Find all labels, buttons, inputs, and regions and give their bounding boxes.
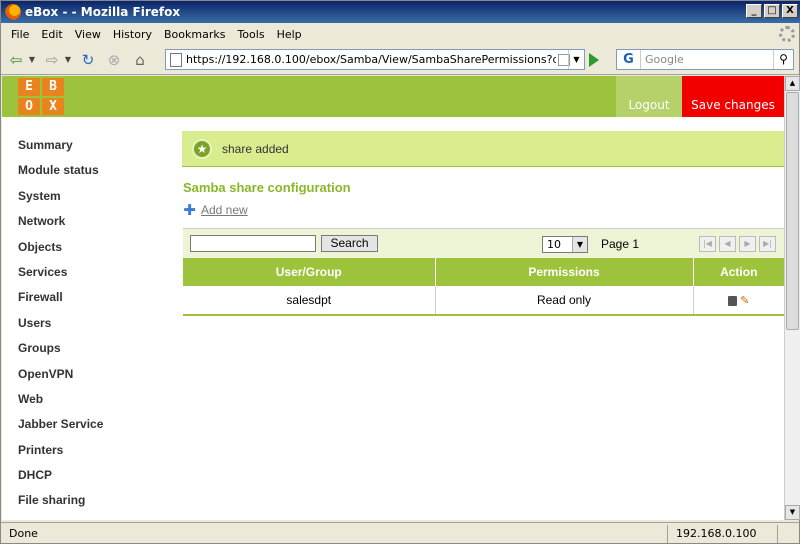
logo-letter: E <box>18 78 40 96</box>
stop-icon[interactable]: ⊗ <box>103 49 125 71</box>
last-page-icon[interactable]: ▶| <box>759 236 776 252</box>
column-header-permissions: Permissions <box>435 258 694 286</box>
logo-letter: O <box>18 97 40 115</box>
url-text[interactable]: https://192.168.0.100/ebox/Samba/View/Sa… <box>186 53 556 66</box>
scroll-down-icon[interactable]: ▼ <box>785 505 800 520</box>
close-button[interactable]: X <box>782 4 798 18</box>
search-button[interactable]: Search <box>321 235 378 252</box>
plus-icon[interactable]: ✚ <box>183 202 196 217</box>
prev-page-icon[interactable]: ◀ <box>719 236 736 252</box>
sidebar-item-openvpn[interactable]: OpenVPN <box>18 367 168 392</box>
forward-icon[interactable]: ⇨ <box>41 49 63 71</box>
sidebar-item-file-sharing[interactable]: File sharing <box>18 493 168 518</box>
menu-bar: File Edit View History Bookmarks Tools H… <box>1 23 800 45</box>
search-bar[interactable]: G Google ⚲ <box>616 49 794 70</box>
throbber-icon <box>779 26 795 42</box>
chevron-down-icon[interactable]: ▼ <box>572 237 587 252</box>
back-icon[interactable]: ⇦ <box>5 49 27 71</box>
permissions-table: User/Group Permissions Action salesdpt R… <box>183 258 784 316</box>
back-dropdown-icon[interactable]: ▼ <box>27 49 37 71</box>
status-bar: Done 192.168.0.100 <box>1 522 800 544</box>
sidebar-item-objects[interactable]: Objects <box>18 240 168 265</box>
menu-help[interactable]: Help <box>277 28 302 41</box>
menu-view[interactable]: View <box>75 28 101 41</box>
page-size-select[interactable]: 10 ▼ <box>542 236 588 253</box>
table-search-input[interactable] <box>190 235 316 252</box>
vertical-scrollbar[interactable]: ▲ ▼ <box>784 76 800 520</box>
maximize-button[interactable]: □ <box>764 4 780 18</box>
ebox-logo: E B O X <box>18 78 64 115</box>
logout-button[interactable]: Logout <box>616 76 682 117</box>
page-size-value: 10 <box>547 238 561 251</box>
menu-edit[interactable]: Edit <box>41 28 62 41</box>
home-icon[interactable]: ⌂ <box>129 49 151 71</box>
page-content: E B O X Logout Save changes Summary Modu… <box>2 76 784 520</box>
logo-letter: X <box>42 97 64 115</box>
save-changes-button[interactable]: Save changes <box>682 76 784 117</box>
sidebar-item-summary[interactable]: Summary <box>18 138 168 163</box>
forward-dropdown-icon[interactable]: ▼ <box>63 49 73 71</box>
sidebar-item-groups[interactable]: Groups <box>18 341 168 366</box>
sidebar-item-jabber[interactable]: Jabber Service <box>18 417 168 442</box>
ebox-header: E B O X Logout Save changes <box>2 76 784 117</box>
column-header-user-group: User/Group <box>183 258 436 286</box>
sidebar-item-printers[interactable]: Printers <box>18 443 168 468</box>
sidebar-item-users[interactable]: Users <box>18 316 168 341</box>
message-text: share added <box>222 141 289 156</box>
delete-icon[interactable] <box>728 295 738 306</box>
next-page-icon[interactable]: ▶ <box>739 236 756 252</box>
cell-user-group: salesdpt <box>183 286 436 316</box>
search-input[interactable]: Google <box>641 53 773 66</box>
menu-tools[interactable]: Tools <box>237 28 264 41</box>
add-new-link[interactable]: ✚ Add new <box>183 202 248 217</box>
scroll-up-icon[interactable]: ▲ <box>785 76 800 91</box>
url-bar[interactable]: https://192.168.0.100/ebox/Samba/View/Sa… <box>165 49 585 70</box>
sidebar-menu: Summary Module status System Network Obj… <box>18 138 168 519</box>
table-row: salesdpt Read only ✎ <box>183 286 784 316</box>
window-title: eBox - - Mozilla Firefox <box>25 5 181 19</box>
page-icon <box>170 52 182 67</box>
status-host: 192.168.0.100 <box>667 524 777 543</box>
success-message: ★ share added <box>182 131 784 167</box>
table-toolbar: Search 10 ▼ Page 1 |◀ ◀ ▶ ▶| <box>183 228 784 258</box>
security-icon[interactable] <box>777 524 800 543</box>
section-title: Samba share configuration <box>183 180 351 195</box>
url-dropdown-icon[interactable]: ▼ <box>568 50 584 69</box>
logo-letter: B <box>42 78 64 96</box>
search-icon[interactable]: ⚲ <box>773 50 793 69</box>
sidebar-item-services[interactable]: Services <box>18 265 168 290</box>
browser-window: eBox - - Mozilla Firefox _ □ X File Edit… <box>0 0 800 544</box>
status-text: Done <box>9 527 38 540</box>
sidebar-item-module-status[interactable]: Module status <box>18 163 168 188</box>
sidebar-item-dhcp[interactable]: DHCP <box>18 468 168 493</box>
success-icon: ★ <box>192 138 212 159</box>
navigation-toolbar: ⇦ ▼ ⇨ ▼ ↻ ⊗ ⌂ https://192.168.0.100/ebox… <box>1 45 800 75</box>
minimize-button[interactable]: _ <box>746 4 762 18</box>
cell-action: ✎ <box>693 286 784 316</box>
sidebar-item-network[interactable]: Network <box>18 214 168 239</box>
scrollbar-thumb[interactable] <box>786 92 799 330</box>
sidebar-item-firewall[interactable]: Firewall <box>18 290 168 315</box>
first-page-icon[interactable]: |◀ <box>699 236 716 252</box>
cell-permissions: Read only <box>435 286 694 316</box>
go-icon[interactable] <box>589 53 599 67</box>
google-icon[interactable]: G <box>617 50 641 69</box>
reload-icon[interactable]: ↻ <box>77 49 99 71</box>
column-header-action: Action <box>693 258 784 286</box>
menu-bookmarks[interactable]: Bookmarks <box>164 28 225 41</box>
firefox-icon <box>5 4 21 20</box>
menu-history[interactable]: History <box>113 28 152 41</box>
pagination: |◀ ◀ ▶ ▶| <box>699 236 776 252</box>
menu-file[interactable]: File <box>11 28 29 41</box>
page-label: Page 1 <box>601 237 640 251</box>
title-bar: eBox - - Mozilla Firefox _ □ X <box>1 1 800 23</box>
add-new-label[interactable]: Add new <box>201 203 248 217</box>
sidebar-item-system[interactable]: System <box>18 189 168 214</box>
sidebar-item-web[interactable]: Web <box>18 392 168 417</box>
edit-icon[interactable]: ✎ <box>740 294 749 307</box>
